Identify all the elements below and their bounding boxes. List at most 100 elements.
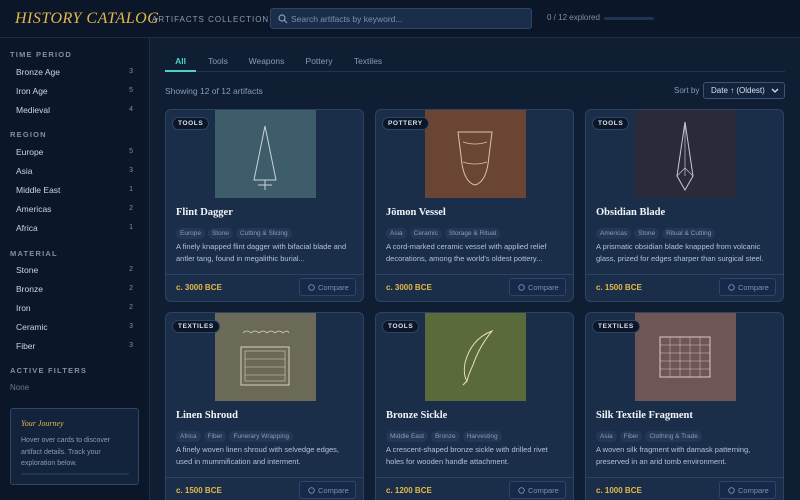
region-heading: REGION <box>10 130 47 139</box>
category-badge: TEXTILES <box>592 320 640 333</box>
tag-list: Middle East Bronze Harvesting <box>386 425 505 442</box>
compare-button[interactable]: Compare <box>719 278 776 296</box>
filter-label: Iron Age <box>16 86 48 96</box>
card-date: c. 1500 BCE <box>176 486 222 495</box>
filter-count: 2 <box>129 285 133 292</box>
filter-count: 1 <box>129 186 133 193</box>
filter-africa[interactable]: Africa 1 <box>10 222 139 236</box>
compare-label: Compare <box>528 283 559 292</box>
card-title: Bronze Sickle <box>386 410 448 421</box>
category-badge: TOOLS <box>592 117 630 130</box>
tag-list: Asia Fiber Clothing & Trade <box>596 425 705 442</box>
filter-stone[interactable]: Stone 2 <box>10 264 139 278</box>
card-description: A crescent-shaped bronze sickle with dri… <box>386 445 548 466</box>
filter-count: 5 <box>129 87 133 94</box>
filter-label: Ceramic <box>16 322 48 332</box>
main-content: All Tools Weapons Pottery Textiles Showi… <box>150 38 800 500</box>
journey-body: Hover over cards to discover artifact de… <box>21 437 111 467</box>
tag: Asia <box>386 228 407 239</box>
compare-button[interactable]: Compare <box>719 481 776 499</box>
tag: Storage & Ritual <box>444 228 501 239</box>
shroud-icon <box>215 313 316 401</box>
artifact-card[interactable]: TOOLS Obsidian Blade Americas Stone Ritual… <box>585 109 784 302</box>
filter-label: Asia <box>16 166 33 176</box>
card-description: A woven silk fragment with damask patter… <box>596 445 751 466</box>
filter-middle-east[interactable]: Middle East 1 <box>10 184 139 198</box>
filter-label: Iron <box>16 303 31 313</box>
tag: Americas <box>596 228 632 239</box>
filter-count: 3 <box>129 342 133 349</box>
compare-circle-icon <box>308 284 315 291</box>
tag: Africa <box>176 431 201 442</box>
tab-pottery[interactable]: Pottery <box>302 56 336 72</box>
compare-button[interactable]: Compare <box>509 278 566 296</box>
tab-textiles[interactable]: Textiles <box>350 56 386 72</box>
tag-list: Europe Stone Cutting & Slicing <box>176 222 295 239</box>
tag: Bronze <box>430 431 460 442</box>
artifact-card[interactable]: POTTERY Jōmon Vessel Asia Ceramic Storage … <box>375 109 574 302</box>
card-title: Obsidian Blade <box>596 207 666 218</box>
search-input[interactable] <box>291 11 526 26</box>
artifact-image <box>635 110 736 198</box>
journey-panel: Your Journey Hover over cards to discove… <box>10 408 139 485</box>
tag: Funerary Wrapping <box>229 431 293 442</box>
card-description: A finely woven linen shroud with selvedg… <box>176 445 340 466</box>
filter-label: Africa <box>16 223 38 233</box>
filter-count: 4 <box>129 106 133 113</box>
search-icon <box>278 14 288 24</box>
sort-select[interactable]: Date ↑ (Oldest) <box>703 82 785 99</box>
tag: Fiber <box>203 431 227 442</box>
filter-count: 2 <box>129 205 133 212</box>
artifact-card[interactable]: TOOLS Flint Dagger Europe Stone Cutting & … <box>165 109 364 302</box>
filter-count: 3 <box>129 68 133 75</box>
compare-button[interactable]: Compare <box>299 481 356 499</box>
search-box[interactable] <box>270 8 532 29</box>
tab-all[interactable]: All <box>165 56 196 72</box>
time-period-heading: TIME PERIOD <box>10 50 72 59</box>
tag: Europe <box>176 228 205 239</box>
card-title: Jōmon Vessel <box>386 207 446 218</box>
artifact-image <box>635 313 736 401</box>
artifact-card[interactable]: TOOLS Bronze Sickle Middle East Bronze Har… <box>375 312 574 500</box>
filter-europe[interactable]: Europe 5 <box>10 146 139 160</box>
compare-label: Compare <box>528 486 559 495</box>
explored-count: 0 / 12 explored <box>547 13 600 22</box>
category-badge: TOOLS <box>172 117 210 130</box>
card-divider <box>376 477 573 478</box>
filter-iron[interactable]: Iron 2 <box>10 302 139 316</box>
filter-iron-age[interactable]: Iron Age 5 <box>10 85 139 99</box>
tag: Stone <box>634 228 660 239</box>
artifact-card[interactable]: TEXTILES Linen Shroud Africa Fiber Funerar… <box>165 312 364 500</box>
artifact-card[interactable]: TEXTILES Silk Textile Fragment Asia Fiber… <box>585 312 784 500</box>
filter-bronze[interactable]: Bronze 2 <box>10 283 139 297</box>
tab-tools[interactable]: Tools <box>203 56 233 72</box>
filter-medieval[interactable]: Medieval 4 <box>10 104 139 118</box>
tab-weapons[interactable]: Weapons <box>245 56 288 72</box>
filter-bronze-age[interactable]: Bronze Age 3 <box>10 66 139 80</box>
chevron-down-icon <box>771 88 779 93</box>
filter-asia[interactable]: Asia 3 <box>10 165 139 179</box>
filter-count: 3 <box>129 323 133 330</box>
filter-americas[interactable]: Americas 2 <box>10 203 139 217</box>
compare-circle-icon <box>728 284 735 291</box>
compare-label: Compare <box>318 283 349 292</box>
compare-button[interactable]: Compare <box>299 278 356 296</box>
filter-label: Medieval <box>16 105 51 115</box>
card-date: c. 3000 BCE <box>386 283 432 292</box>
tag-list: Americas Stone Ritual & Cutting <box>596 222 718 239</box>
card-divider <box>586 477 783 478</box>
filter-ceramic[interactable]: Ceramic 3 <box>10 321 139 335</box>
dagger-icon <box>215 110 316 198</box>
filter-label: Americas <box>16 204 52 214</box>
compare-button[interactable]: Compare <box>509 481 566 499</box>
tag-list: Asia Ceramic Storage & Ritual <box>386 222 503 239</box>
filter-fiber[interactable]: Fiber 3 <box>10 340 139 354</box>
results-count: Showing 12 of 12 artifacts <box>165 86 263 96</box>
artifact-image <box>215 313 316 401</box>
active-filters-none: None <box>10 383 30 392</box>
filter-label: Middle East <box>16 185 61 195</box>
tag-list: Africa Fiber Funerary Wrapping <box>176 425 296 442</box>
filter-label: Europe <box>16 147 44 157</box>
filter-label: Bronze Age <box>16 67 60 77</box>
tag: Cutting & Slicing <box>235 228 292 239</box>
